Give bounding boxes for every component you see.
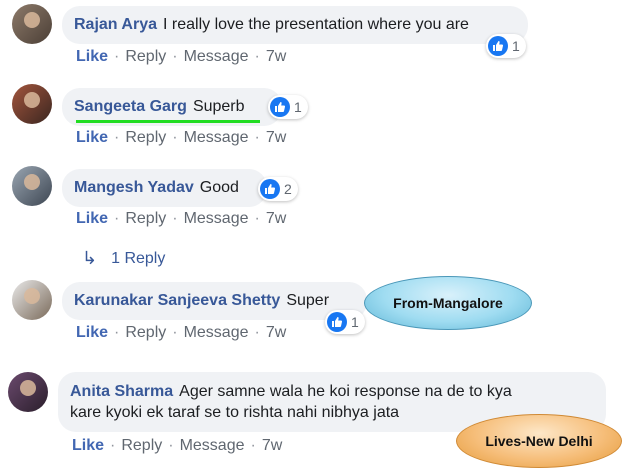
reply-link[interactable]: Reply [125,129,166,146]
comment-actions: Like · Reply · Message · 7w [72,437,283,454]
comment-author[interactable]: Karunakar Sanjeeva Shetty [74,292,280,309]
like-link[interactable]: Like [72,437,104,454]
timestamp[interactable]: 7w [266,324,286,341]
comment-author[interactable]: Rajan Arya [74,16,157,33]
comment-bubble: Rajan Arya I really love the presentation… [62,6,528,44]
avatar[interactable] [12,280,52,320]
thumbs-up-icon [327,312,347,332]
message-link[interactable]: Message [184,48,249,65]
reaction-count[interactable]: 1 [268,95,308,119]
comment-text: Superb [192,98,245,115]
like-link[interactable]: Like [76,324,108,341]
timestamp[interactable]: 7w [266,48,286,65]
avatar[interactable] [12,4,52,44]
timestamp[interactable]: 7w [266,210,286,227]
reaction-count[interactable]: 1 [325,310,365,334]
comment-text: Super [286,292,330,309]
comment-author[interactable]: Sangeeta Garg [74,98,187,115]
thumbs-up-icon [260,179,280,199]
message-link[interactable]: Message [184,129,249,146]
thumbs-up-icon [488,36,508,56]
comment-bubble: Mangesh Yadav Good [62,169,267,207]
comment-bubble: Karunakar Sanjeeva Shetty Super [62,282,367,320]
reply-arrow-icon: ↳ [82,248,98,268]
comment-author[interactable]: Mangesh Yadav [74,179,194,196]
like-link[interactable]: Like [76,210,108,227]
comment-text: Good [199,179,239,196]
comment-actions: Like · Reply · Message · 7w [76,129,287,146]
message-link[interactable]: Message [180,437,245,454]
timestamp[interactable]: 7w [262,437,282,454]
reaction-count[interactable]: 2 [258,177,298,201]
reply-link[interactable]: Reply [121,437,162,454]
highlight-underline [76,120,260,123]
view-replies-link[interactable]: ↳ 1 Reply [82,248,165,269]
annotation-text: From-Mangalore [393,295,503,311]
comment-text-line-1: Ager samne wala he koi response na de to… [179,383,512,400]
reply-link[interactable]: Reply [125,210,166,227]
annotation-lives-location: Lives-New Delhi [456,414,622,468]
message-link[interactable]: Message [184,210,249,227]
reply-link[interactable]: Reply [125,48,166,65]
like-link[interactable]: Like [76,48,108,65]
replies-count[interactable]: 1 Reply [111,250,165,268]
timestamp[interactable]: 7w [266,129,286,146]
annotation-from-location: From-Mangalore [364,276,532,330]
like-link[interactable]: Like [76,129,108,146]
comment-actions: Like · Reply · Message · 7w [76,210,287,227]
reaction-count[interactable]: 1 [486,34,526,58]
thumbs-up-icon [270,97,290,117]
comment-text: I really love the presentation where you… [163,16,469,33]
annotation-text: Lives-New Delhi [485,433,593,449]
avatar[interactable] [12,166,52,206]
reply-link[interactable]: Reply [125,324,166,341]
comment-author[interactable]: Anita Sharma [70,383,173,400]
reaction-number: 2 [284,181,292,197]
reaction-number: 1 [351,314,359,330]
reaction-number: 1 [294,99,302,115]
message-link[interactable]: Message [184,324,249,341]
reaction-number: 1 [512,38,520,54]
comment-actions: Like · Reply · Message · 7w [76,48,287,65]
comment-actions: Like · Reply · Message · 7w [76,324,287,341]
avatar[interactable] [12,84,52,124]
avatar[interactable] [8,372,48,412]
